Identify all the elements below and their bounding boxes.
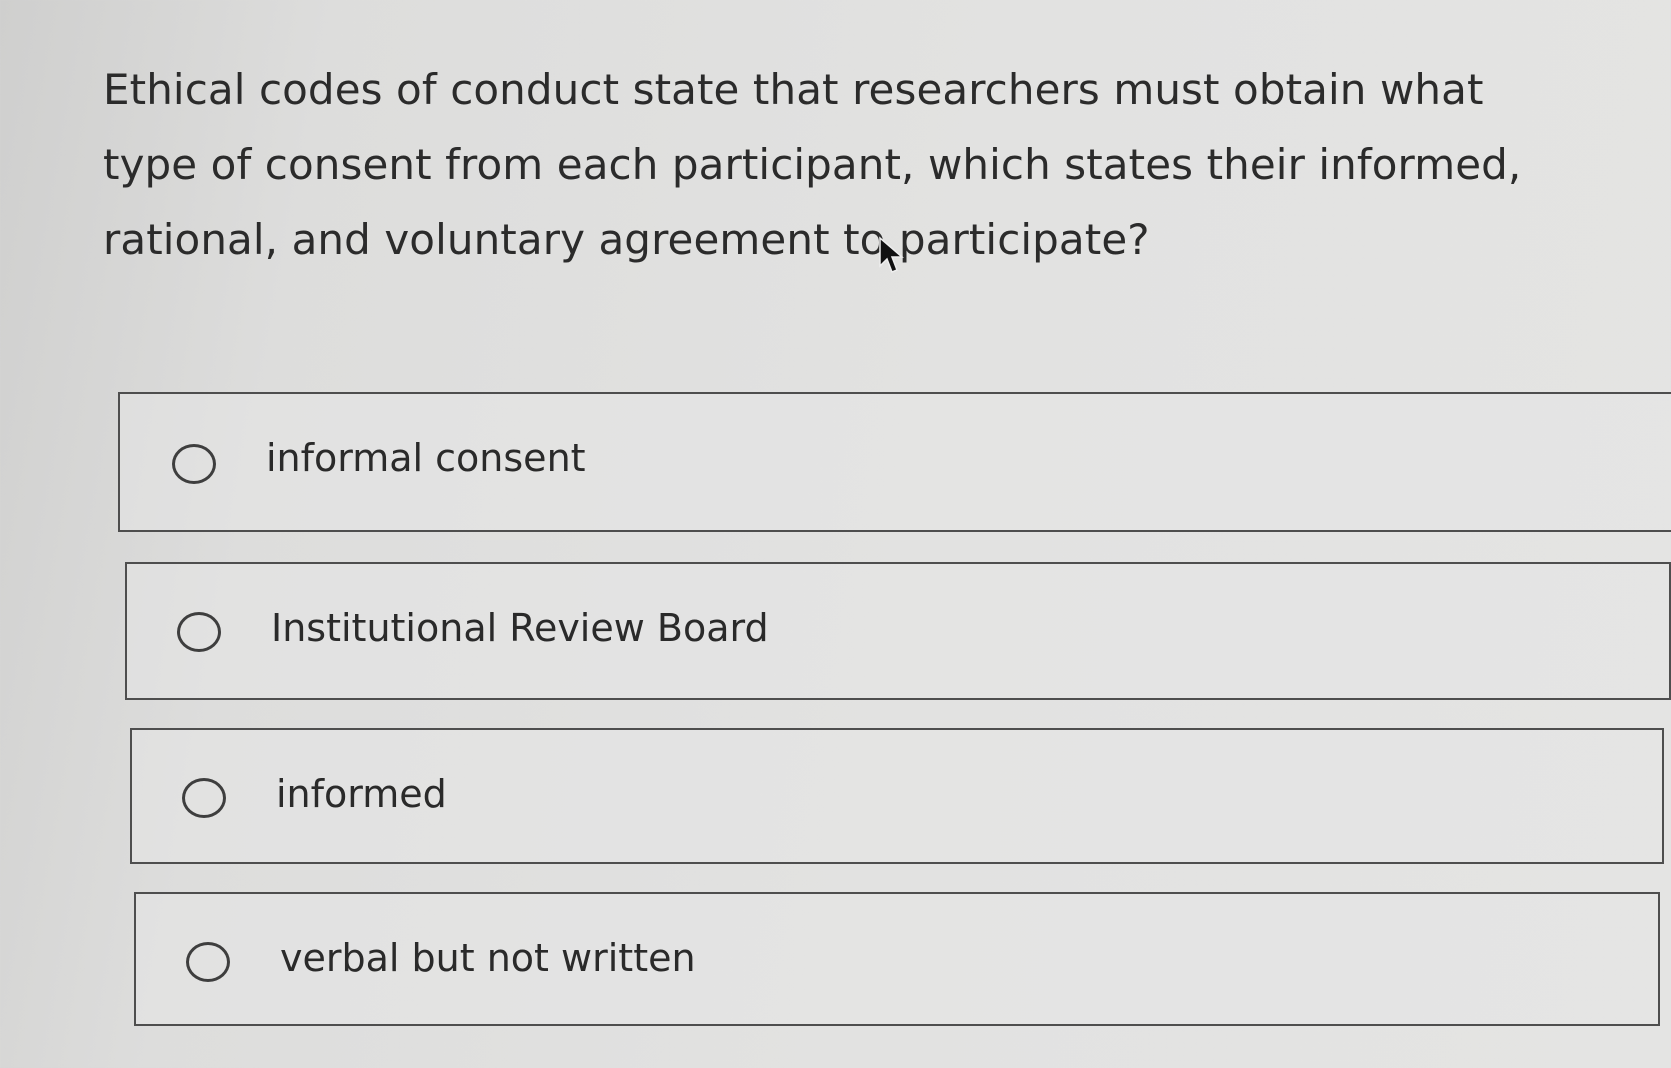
radio-unchecked-icon[interactable] — [182, 778, 226, 818]
option-label: informed — [276, 772, 447, 816]
question-text: Ethical codes of conduct state that rese… — [103, 65, 1522, 264]
option-label: verbal but not written — [280, 936, 696, 980]
answer-option-informal-consent[interactable]: informal consent — [118, 392, 1671, 532]
option-label: Institutional Review Board — [271, 606, 769, 650]
mouse-pointer-icon — [879, 236, 904, 273]
radio-unchecked-icon[interactable] — [177, 612, 221, 652]
radio-unchecked-icon[interactable] — [186, 942, 230, 982]
answer-option-institutional-review-board[interactable]: Institutional Review Board — [125, 562, 1671, 700]
answer-option-verbal-but-not-written[interactable]: verbal but not written — [134, 892, 1660, 1026]
option-label: informal consent — [266, 436, 586, 480]
answer-option-informed[interactable]: informed — [130, 728, 1664, 864]
radio-unchecked-icon[interactable] — [172, 444, 216, 484]
